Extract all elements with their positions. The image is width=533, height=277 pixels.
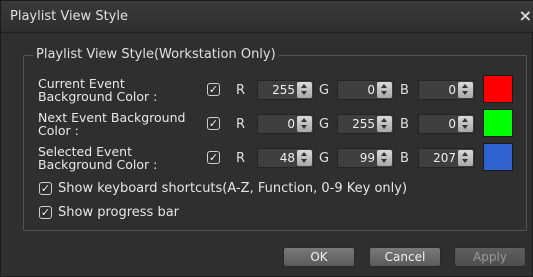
spinner-arrows-icon[interactable]: [377, 116, 392, 132]
next-event-g-spinner[interactable]: 255: [337, 114, 394, 134]
next-event-b-spinner[interactable]: 0: [418, 114, 475, 134]
b-value: 0: [448, 83, 456, 97]
spinner-arrows-icon[interactable]: [297, 82, 312, 98]
g-value: 255: [352, 117, 375, 131]
spinner-arrows-icon[interactable]: [458, 116, 473, 132]
dialog-title: Playlist View Style: [10, 9, 128, 24]
selected-event-b-spinner[interactable]: 207: [418, 148, 475, 168]
spinner-arrows-icon[interactable]: [458, 82, 473, 98]
next-event-color-swatch[interactable]: [483, 109, 513, 137]
g-value: 99: [359, 151, 375, 165]
b-value: 0: [448, 117, 456, 131]
keyboard-shortcuts-label: Show keyboard shortcuts(A-Z, Function, 0…: [58, 181, 408, 196]
selected-event-g-spinner[interactable]: 99: [337, 148, 394, 168]
playlist-view-style-dialog: Playlist View Style × Playlist View Styl…: [0, 0, 533, 277]
b-label: B: [400, 83, 409, 98]
b-label: B: [400, 151, 409, 166]
current-event-g-spinner[interactable]: 0: [337, 80, 394, 100]
g-label: G: [319, 151, 330, 166]
close-icon[interactable]: ×: [519, 6, 532, 25]
current-event-r-spinner[interactable]: 255: [257, 80, 314, 100]
g-value: 0: [367, 83, 375, 97]
selected-event-color-swatch[interactable]: [483, 143, 513, 171]
r-label: R: [236, 117, 246, 132]
r-value: 0: [287, 117, 295, 131]
spinner-arrows-icon[interactable]: [297, 150, 312, 166]
selected-event-row: Selected Event Background Color : ✓ R 48…: [1, 143, 533, 181]
current-event-label: Current Event Background Color :: [38, 76, 158, 104]
r-label: R: [236, 151, 246, 166]
apply-button[interactable]: Apply: [454, 247, 526, 267]
r-value: 255: [272, 83, 295, 97]
spinner-arrows-icon[interactable]: [297, 116, 312, 132]
next-event-checkbox[interactable]: ✓: [207, 117, 220, 130]
next-event-label: Next Event Background Color :: [38, 110, 186, 138]
current-event-checkbox[interactable]: ✓: [207, 83, 220, 96]
current-event-b-spinner[interactable]: 0: [418, 80, 475, 100]
next-event-row: Next Event Background Color : ✓ R 0 G 25…: [1, 109, 533, 147]
selected-event-checkbox[interactable]: ✓: [207, 151, 220, 164]
progress-bar-label: Show progress bar: [58, 205, 180, 220]
r-label: R: [236, 83, 246, 98]
group-label: Playlist View Style(Workstation Only): [33, 47, 279, 62]
current-event-color-swatch[interactable]: [483, 75, 513, 103]
current-event-row: Current Event Background Color : ✓ R 255…: [1, 75, 533, 113]
progress-bar-option[interactable]: ✓ Show progress bar: [39, 205, 179, 220]
progress-bar-checkbox[interactable]: ✓: [39, 206, 52, 219]
spinner-arrows-icon[interactable]: [377, 150, 392, 166]
b-value: 207: [433, 151, 456, 165]
keyboard-shortcuts-checkbox[interactable]: ✓: [39, 182, 52, 195]
selected-event-r-spinner[interactable]: 48: [257, 148, 314, 168]
next-event-r-spinner[interactable]: 0: [257, 114, 314, 134]
selected-event-label: Selected Event Background Color :: [38, 144, 158, 172]
b-label: B: [400, 117, 409, 132]
cancel-button[interactable]: Cancel: [369, 247, 441, 267]
g-label: G: [319, 83, 330, 98]
keyboard-shortcuts-option[interactable]: ✓ Show keyboard shortcuts(A-Z, Function, …: [39, 181, 407, 196]
ok-button[interactable]: OK: [283, 247, 355, 267]
g-label: G: [319, 117, 330, 132]
r-value: 48: [279, 151, 295, 165]
spinner-arrows-icon[interactable]: [458, 150, 473, 166]
title-bar: Playlist View Style ×: [1, 1, 533, 33]
spinner-arrows-icon[interactable]: [377, 82, 392, 98]
